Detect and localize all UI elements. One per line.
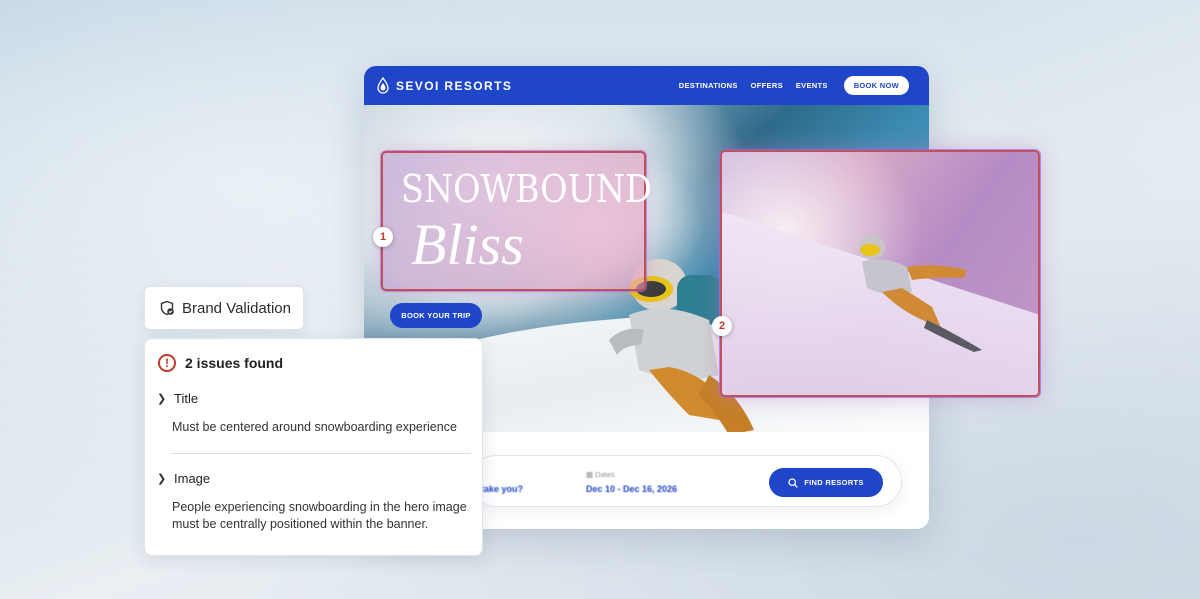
book-your-trip-button[interactable]: BOOK YOUR TRIP <box>390 303 482 328</box>
hero-title-line1: SNOWBOUND <box>401 167 652 211</box>
search-panel: take you? ▦ Dates Dec 10 - Dec 16, 2026 … <box>470 455 902 507</box>
nav-offers[interactable]: OFFERS <box>751 81 783 90</box>
find-resorts-button[interactable]: FIND RESORTS <box>769 468 883 497</box>
hero-title-line2: Bliss <box>411 212 524 277</box>
dates-value[interactable]: Dec 10 - Dec 16, 2026 <box>586 484 677 494</box>
chevron-right-icon: ❯ <box>157 393 167 405</box>
issues-count: 2 issues found <box>185 355 284 371</box>
nav-events[interactable]: EVENTS <box>796 81 828 90</box>
issue-item-title[interactable]: ❯ Title <box>157 391 198 406</box>
brand-validation-label: Brand Validation <box>182 299 291 317</box>
shield-check-icon <box>160 300 174 316</box>
highlight-title-box[interactable]: SNOWBOUND Bliss <box>381 151 652 291</box>
issue-marker-2[interactable]: 2 <box>712 316 732 336</box>
divider <box>171 453 471 454</box>
issue-title-description: Must be centered around snowboarding exp… <box>172 420 457 434</box>
dates-label: ▦ Dates <box>586 470 615 479</box>
brand-validation-chip[interactable]: Brand Validation <box>144 286 304 330</box>
brand[interactable]: SEVOI RESORTS <box>377 77 512 94</box>
issue-marker-1[interactable]: 1 <box>373 227 393 247</box>
highlight-image-box[interactable] <box>720 150 1040 397</box>
issue-image-description: People experiencing snowboarding in the … <box>172 500 467 531</box>
nav-links: DESTINATIONS OFFERS EVENTS BOOK NOW <box>679 76 909 95</box>
dates-label-text: Dates <box>595 470 615 479</box>
search-question[interactable]: take you? <box>481 484 523 494</box>
issues-header: ! 2 issues found <box>158 354 283 372</box>
brand-name: SEVOI RESORTS <box>396 78 513 93</box>
issues-panel: ! 2 issues found ❯ Title Must be centere… <box>144 338 483 556</box>
brand-drop-icon <box>377 77 389 94</box>
site-navbar: SEVOI RESORTS DESTINATIONS OFFERS EVENTS… <box>364 66 929 105</box>
issue-image-label: Image <box>174 471 211 486</box>
issue-item-image[interactable]: ❯ Image <box>157 471 210 486</box>
chevron-right-icon: ❯ <box>157 473 167 485</box>
alert-icon: ! <box>158 354 176 372</box>
search-icon <box>788 477 799 488</box>
image-snowboarder <box>859 235 982 352</box>
issue-title-label: Title <box>174 391 199 406</box>
nav-destinations[interactable]: DESTINATIONS <box>679 81 738 90</box>
calendar-icon: ▦ <box>586 470 596 479</box>
book-now-button[interactable]: BOOK NOW <box>843 76 909 95</box>
find-resorts-label: FIND RESORTS <box>804 478 864 487</box>
